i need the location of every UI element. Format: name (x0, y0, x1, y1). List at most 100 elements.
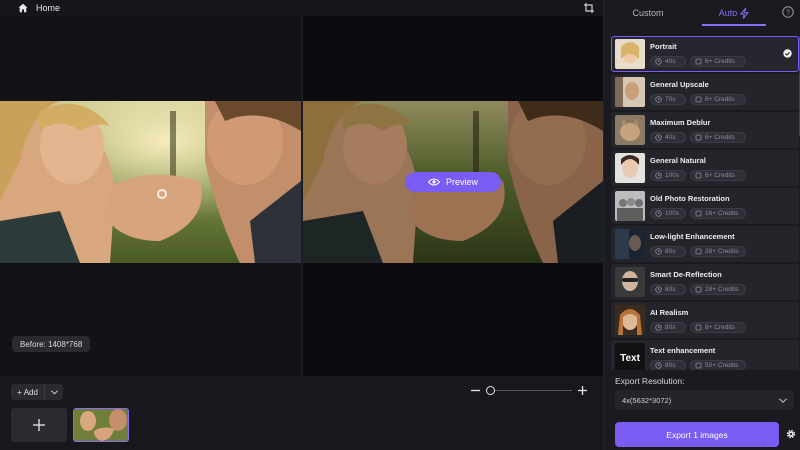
zoom-out-icon[interactable] (470, 385, 481, 396)
clock-icon (655, 134, 662, 141)
maximum-deblur-thumbnail (615, 115, 645, 145)
time-chip: 80s (650, 246, 686, 257)
help-icon[interactable]: ? (782, 6, 794, 18)
model-low-light-enhancement[interactable]: Low-light Enhancement 80s 28+ Credits (611, 226, 799, 262)
clock-icon (655, 96, 662, 103)
credit-value: 6+ Credits (705, 96, 735, 103)
model-portrait[interactable]: Portrait 40s 6+ Credits (611, 36, 799, 72)
preview-button[interactable]: Preview (405, 172, 501, 192)
credit-icon (695, 134, 702, 141)
export-resolution-select[interactable]: 4x(5632*3072) (615, 390, 794, 410)
zoom-slider-handle[interactable] (486, 386, 495, 395)
add-button-group: + Add (11, 384, 63, 400)
credit-chip: 6+ Credits (690, 56, 746, 67)
add-image-tile[interactable] (11, 408, 67, 442)
model-maximum-deblur[interactable]: Maximum Deblur 40s 6+ Credits (611, 112, 799, 148)
old-photo-restoration-thumbnail (615, 191, 645, 221)
model-name: General Upscale (650, 80, 709, 89)
tab-auto[interactable]: Auto (692, 0, 776, 26)
time-value: 40s (665, 134, 676, 141)
clock-icon (655, 172, 662, 179)
home-icon[interactable] (18, 3, 28, 13)
credit-icon (695, 362, 702, 369)
credit-value: 16+ Credits (705, 210, 739, 217)
credit-icon (695, 210, 702, 217)
eye-icon (427, 178, 440, 186)
model-name: Text enhancement (650, 346, 716, 355)
model-old-photo-restoration[interactable]: Old Photo Restoration 100s 16+ Credits (611, 188, 799, 224)
model-general-natural[interactable]: General Natural 100s 6+ Credits (611, 150, 799, 186)
time-value: 80s (665, 248, 676, 255)
credit-icon (695, 96, 702, 103)
svg-text:?: ? (786, 10, 790, 17)
time-chip: 100s (650, 208, 686, 219)
chevron-down-icon (779, 397, 787, 403)
chevron-down-icon (50, 389, 58, 395)
clock-icon (655, 58, 662, 65)
clock-icon (655, 324, 662, 331)
tab-custom-label: Custom (632, 8, 664, 18)
enhance-panel: Custom Auto ? Portrait 40s 6+ Credits Ge… (603, 0, 800, 450)
time-value: 40s (665, 58, 676, 65)
time-value: 80s (665, 286, 676, 293)
credit-value: 28+ Credits (705, 286, 739, 293)
model-text-enhancement[interactable]: Text Text enhancement 80s 50+ Credits (611, 340, 799, 370)
time-chip: 40s (650, 132, 686, 143)
time-value: 80s (665, 362, 676, 369)
model-name: General Natural (650, 156, 706, 165)
gear-icon[interactable] (785, 428, 797, 440)
add-button[interactable]: + Add (11, 384, 45, 400)
preview-label: Preview (445, 177, 478, 187)
ai-realism-thumbnail (615, 305, 645, 335)
tab-custom[interactable]: Custom (604, 0, 692, 26)
credit-icon (695, 324, 702, 331)
credit-value: 28+ Credits (705, 248, 739, 255)
time-chip: 70s (650, 94, 686, 105)
credit-chip: 6+ Credits (690, 132, 746, 143)
model-smart-de-reflection[interactable]: Smart De-Reflection 80s 28+ Credits (611, 264, 799, 300)
model-ai-realism[interactable]: AI Realism 80s 8+ Credits (611, 302, 799, 338)
export-button[interactable]: Export 1 images (615, 422, 779, 447)
image-thumbnail[interactable] (73, 408, 129, 442)
credit-value: 50+ Credits (705, 362, 739, 369)
time-value: 80s (665, 324, 676, 331)
credit-chip: 8+ Credits (690, 322, 746, 333)
top-bar: Home (0, 0, 603, 16)
credit-icon (695, 248, 702, 255)
clock-icon (655, 248, 662, 255)
credit-chip: 50+ Credits (690, 360, 746, 370)
clock-icon (655, 286, 662, 293)
credit-icon (695, 172, 702, 179)
model-name: AI Realism (650, 308, 689, 317)
time-value: 100s (665, 210, 680, 217)
add-dropdown-button[interactable] (45, 389, 63, 395)
smart-de-reflection-thumbnail (615, 267, 645, 297)
portrait-thumbnail (615, 39, 645, 69)
time-chip: 40s (650, 56, 686, 67)
credit-chip: 6+ Credits (690, 170, 746, 181)
home-label[interactable]: Home (36, 3, 60, 13)
text-enhancement-thumbnail: Text (615, 343, 645, 370)
model-general-upscale[interactable]: General Upscale 70s 6+ Credits (611, 74, 799, 110)
before-size-badge: Before: 1408*768 (12, 336, 91, 352)
time-value: 100s (665, 172, 680, 179)
thumbnail-image (74, 409, 128, 441)
credit-icon (695, 286, 702, 293)
time-chip: 100s (650, 170, 686, 181)
crop-icon[interactable] (583, 2, 595, 14)
low-light-enhancement-thumbnail (615, 229, 645, 259)
credit-chip: 16+ Credits (690, 208, 746, 219)
model-name: Low-light Enhancement (650, 232, 735, 241)
credit-value: 6+ Credits (705, 134, 735, 141)
zoom-in-icon[interactable] (577, 385, 588, 396)
mode-tabs: Custom Auto (604, 0, 800, 26)
zoom-slider-track[interactable] (488, 390, 572, 391)
time-chip: 80s (650, 322, 686, 333)
lightning-icon (740, 7, 750, 19)
time-chip: 80s (650, 360, 686, 370)
general-natural-thumbnail (615, 153, 645, 183)
credit-icon (695, 58, 702, 65)
model-name: Smart De-Reflection (650, 270, 722, 279)
model-list: Portrait 40s 6+ Credits General Upscale … (611, 36, 799, 370)
credit-chip: 28+ Credits (690, 284, 746, 295)
